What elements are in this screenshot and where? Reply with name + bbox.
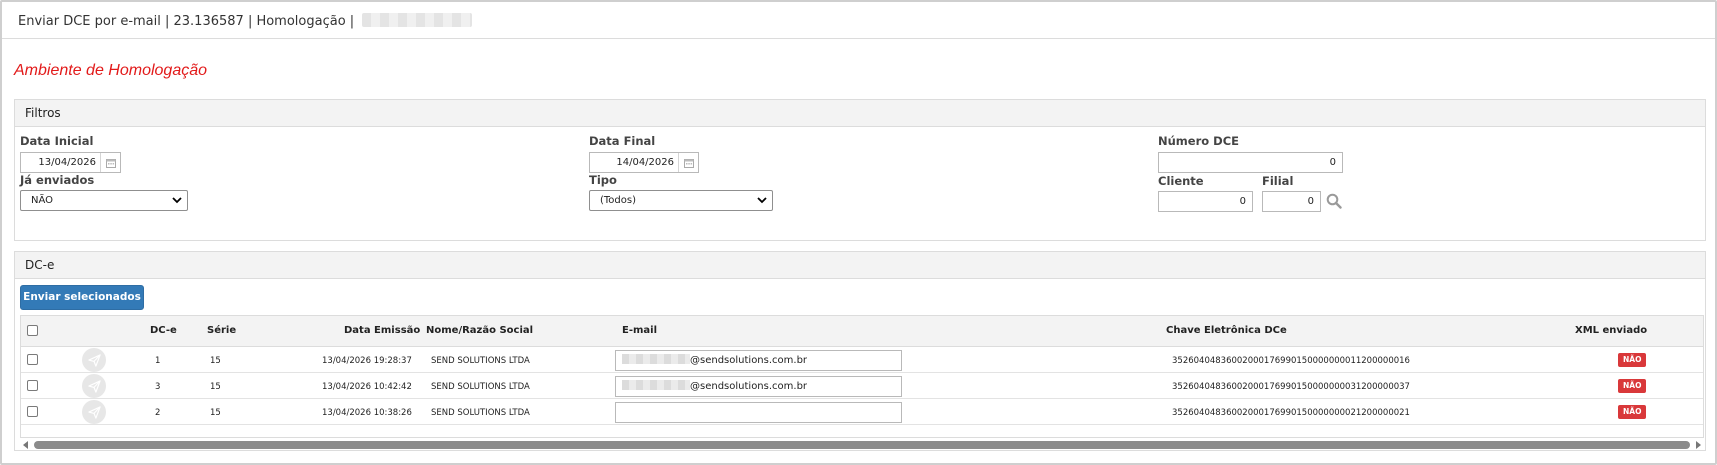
scroll-track[interactable]	[34, 441, 1690, 449]
tipo-value: (Todos)	[600, 195, 637, 206]
data-inicial-label: Data Inicial	[20, 134, 94, 148]
cliente-label: Cliente	[1158, 174, 1204, 188]
numero-dce-label: Número DCE	[1158, 134, 1240, 148]
filial-input[interactable]: 0	[1262, 191, 1321, 212]
cell-data-emissao: 13/04/2026 10:38:26	[322, 408, 412, 418]
tipo-label: Tipo	[589, 173, 617, 187]
numero-dce-value: 0	[1329, 157, 1336, 168]
table-row: 3 15 13/04/2026 10:42:42 SEND SOLUTIONS …	[21, 373, 1703, 399]
email-field[interactable]: @sendsolutions.com.br	[615, 350, 902, 371]
cell-data-emissao: 13/04/2026 19:28:37	[322, 356, 412, 366]
ja-enviados-label: Já enviados	[20, 173, 95, 187]
email-field[interactable]	[615, 402, 902, 423]
row-checkbox[interactable]	[27, 354, 38, 365]
col-nome: Nome/Razão Social	[426, 325, 534, 336]
send-icon[interactable]	[82, 348, 106, 372]
status-badge: NÃO	[1618, 353, 1647, 367]
row-checkbox[interactable]	[27, 380, 38, 391]
cell-dce: 2	[155, 408, 161, 418]
calendar-icon[interactable]	[678, 153, 698, 172]
table-header: DC-e Série Data Emissão Nome/Razão Socia…	[21, 316, 1703, 347]
ja-enviados-value: NÃO	[31, 195, 54, 206]
numero-dce-input[interactable]: 0	[1158, 152, 1343, 173]
dce-title: DC-e	[15, 252, 1705, 279]
col-chave: Chave Eletrônica DCe	[1166, 325, 1287, 336]
dce-panel: DC-e Enviar selecionados DC-e Série Data…	[14, 251, 1706, 451]
email-field[interactable]: @sendsolutions.com.br	[615, 376, 902, 397]
col-email: E-mail	[622, 325, 658, 336]
status-badge: NÃO	[1618, 379, 1647, 393]
data-inicial-input[interactable]: 13/04/2026	[20, 152, 121, 173]
col-dce: DC-e	[150, 325, 177, 336]
col-xml-enviado: XML enviado	[1575, 325, 1648, 336]
col-data-emissao: Data Emissão	[344, 325, 421, 336]
col-serie: Série	[207, 325, 237, 336]
data-final-label: Data Final	[589, 134, 656, 148]
scroll-thumb[interactable]	[34, 441, 1690, 449]
dce-table: DC-e Série Data Emissão Nome/Razão Socia…	[20, 315, 1704, 438]
redacted-email	[622, 380, 690, 390]
select-all-checkbox[interactable]	[27, 325, 38, 336]
horizontal-scrollbar[interactable]	[20, 440, 1704, 450]
tipo-select[interactable]: (Todos)	[589, 190, 773, 211]
send-selected-button[interactable]: Enviar selecionados	[20, 285, 144, 310]
calendar-icon[interactable]	[100, 153, 120, 172]
cell-chave: 3526040483600200017699015000000002120000…	[1172, 408, 1410, 418]
status-badge: NÃO	[1618, 405, 1647, 419]
redacted-email	[622, 354, 690, 364]
scroll-right-icon[interactable]	[1694, 441, 1702, 449]
window-title-text: Enviar DCE por e-mail | 23.136587 | Homo…	[18, 14, 355, 29]
cell-data-emissao: 13/04/2026 10:42:42	[322, 382, 412, 392]
cell-chave: 3526040483600200017699015000000003120000…	[1172, 382, 1410, 392]
cell-nome: SEND SOLUTIONS LTDA	[431, 382, 530, 392]
cliente-value: 0	[1239, 196, 1246, 207]
table-row: 2 15 13/04/2026 10:38:26 SEND SOLUTIONS …	[21, 399, 1703, 425]
data-inicial-value: 13/04/2026	[38, 157, 96, 168]
filters-panel: Filtros Data Inicial 13/04/2026 Já envia…	[14, 99, 1706, 241]
cell-serie: 15	[210, 356, 221, 366]
search-icon[interactable]	[1326, 193, 1342, 209]
data-final-value: 14/04/2026	[616, 157, 674, 168]
cell-chave: 3526040483600200017699015000000001120000…	[1172, 356, 1410, 366]
cell-nome: SEND SOLUTIONS LTDA	[431, 356, 530, 366]
send-icon[interactable]	[82, 374, 106, 398]
filters-title: Filtros	[15, 100, 1705, 127]
email-domain: @sendsolutions.com.br	[690, 355, 808, 366]
chevron-down-icon	[757, 197, 767, 204]
filial-value: 0	[1307, 196, 1314, 207]
cell-nome: SEND SOLUTIONS LTDA	[431, 408, 530, 418]
table-row: 1 15 13/04/2026 19:28:37 SEND SOLUTIONS …	[21, 347, 1703, 373]
row-checkbox[interactable]	[27, 406, 38, 417]
send-icon[interactable]	[82, 400, 106, 424]
environment-label: Ambiente de Homologação	[14, 62, 208, 79]
cliente-input[interactable]: 0	[1158, 191, 1253, 212]
cell-dce: 3	[155, 382, 161, 392]
filial-label: Filial	[1262, 174, 1294, 188]
window-title: Enviar DCE por e-mail | 23.136587 | Homo…	[2, 2, 1715, 39]
scroll-left-icon[interactable]	[22, 441, 30, 449]
cell-serie: 15	[210, 382, 221, 392]
ja-enviados-select[interactable]: NÃO	[20, 190, 188, 211]
email-domain: @sendsolutions.com.br	[690, 381, 808, 392]
chevron-down-icon	[172, 197, 182, 204]
redacted-user	[362, 13, 473, 27]
cell-dce: 1	[155, 356, 161, 366]
data-final-input[interactable]: 14/04/2026	[589, 152, 699, 173]
cell-serie: 15	[210, 408, 221, 418]
